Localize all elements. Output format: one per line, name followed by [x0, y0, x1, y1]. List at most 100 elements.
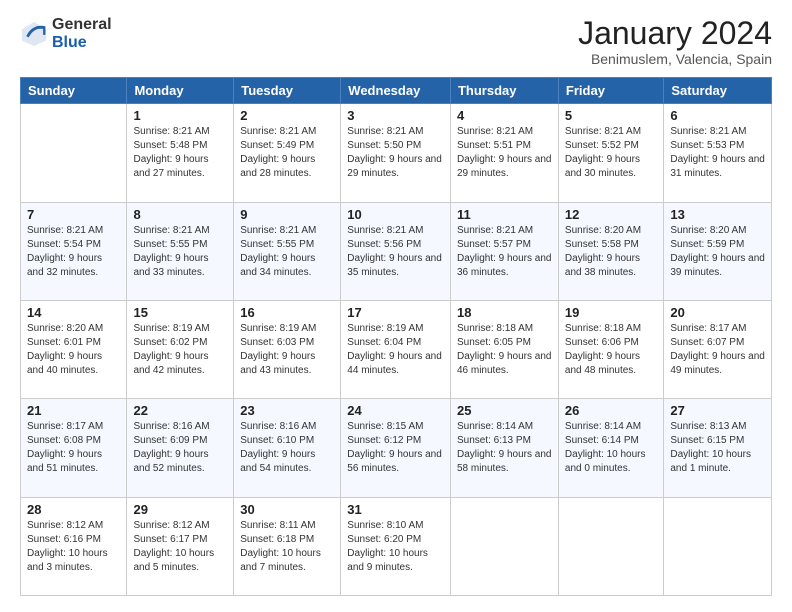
cell-3-1: 22 Sunrise: 8:16 AMSunset: 6:09 PMDaylig… [127, 399, 234, 497]
cell-4-5 [558, 497, 663, 595]
day-number: 21 [27, 403, 120, 418]
day-info: Sunrise: 8:14 AMSunset: 6:14 PMDaylight:… [565, 421, 646, 474]
cell-2-1: 15 Sunrise: 8:19 AMSunset: 6:02 PMDaylig… [127, 300, 234, 398]
cell-0-5: 5 Sunrise: 8:21 AMSunset: 5:52 PMDayligh… [558, 104, 663, 202]
day-info: Sunrise: 8:10 AMSunset: 6:20 PMDaylight:… [347, 520, 428, 573]
day-number: 7 [27, 207, 120, 222]
day-info: Sunrise: 8:20 AMSunset: 5:59 PMDaylight:… [670, 225, 765, 278]
logo-text: General Blue [52, 16, 112, 51]
day-info: Sunrise: 8:16 AMSunset: 6:10 PMDaylight:… [240, 421, 316, 474]
day-number: 1 [133, 108, 227, 123]
col-saturday: Saturday [664, 78, 772, 104]
cell-1-5: 12 Sunrise: 8:20 AMSunset: 5:58 PMDaylig… [558, 202, 663, 300]
cell-4-4 [450, 497, 558, 595]
col-friday: Friday [558, 78, 663, 104]
header-row: Sunday Monday Tuesday Wednesday Thursday… [21, 78, 772, 104]
day-number: 6 [670, 108, 765, 123]
day-info: Sunrise: 8:21 AMSunset: 5:51 PMDaylight:… [457, 126, 552, 179]
day-info: Sunrise: 8:21 AMSunset: 5:53 PMDaylight:… [670, 126, 765, 179]
day-number: 5 [565, 108, 657, 123]
day-info: Sunrise: 8:20 AMSunset: 5:58 PMDaylight:… [565, 225, 641, 278]
day-info: Sunrise: 8:19 AMSunset: 6:03 PMDaylight:… [240, 323, 316, 376]
cell-3-5: 26 Sunrise: 8:14 AMSunset: 6:14 PMDaylig… [558, 399, 663, 497]
week-row-4: 28 Sunrise: 8:12 AMSunset: 6:16 PMDaylig… [21, 497, 772, 595]
cell-4-0: 28 Sunrise: 8:12 AMSunset: 6:16 PMDaylig… [21, 497, 127, 595]
day-info: Sunrise: 8:19 AMSunset: 6:04 PMDaylight:… [347, 323, 442, 376]
day-info: Sunrise: 8:21 AMSunset: 5:55 PMDaylight:… [240, 225, 316, 278]
day-info: Sunrise: 8:21 AMSunset: 5:54 PMDaylight:… [27, 225, 103, 278]
cell-0-2: 2 Sunrise: 8:21 AMSunset: 5:49 PMDayligh… [234, 104, 341, 202]
week-row-1: 7 Sunrise: 8:21 AMSunset: 5:54 PMDayligh… [21, 202, 772, 300]
cell-4-1: 29 Sunrise: 8:12 AMSunset: 6:17 PMDaylig… [127, 497, 234, 595]
title-block: January 2024 Benimuslem, Valencia, Spain [578, 16, 772, 67]
logo-general-text: General [52, 16, 112, 34]
day-info: Sunrise: 8:18 AMSunset: 6:05 PMDaylight:… [457, 323, 552, 376]
day-info: Sunrise: 8:21 AMSunset: 5:52 PMDaylight:… [565, 126, 641, 179]
day-number: 28 [27, 502, 120, 517]
cell-2-5: 19 Sunrise: 8:18 AMSunset: 6:06 PMDaylig… [558, 300, 663, 398]
cell-1-6: 13 Sunrise: 8:20 AMSunset: 5:59 PMDaylig… [664, 202, 772, 300]
cell-0-4: 4 Sunrise: 8:21 AMSunset: 5:51 PMDayligh… [450, 104, 558, 202]
day-number: 30 [240, 502, 334, 517]
day-info: Sunrise: 8:20 AMSunset: 6:01 PMDaylight:… [27, 323, 103, 376]
day-number: 18 [457, 305, 552, 320]
day-info: Sunrise: 8:17 AMSunset: 6:07 PMDaylight:… [670, 323, 765, 376]
day-info: Sunrise: 8:16 AMSunset: 6:09 PMDaylight:… [133, 421, 209, 474]
day-number: 3 [347, 108, 444, 123]
day-info: Sunrise: 8:21 AMSunset: 5:48 PMDaylight:… [133, 126, 209, 179]
day-number: 15 [133, 305, 227, 320]
cell-3-4: 25 Sunrise: 8:14 AMSunset: 6:13 PMDaylig… [450, 399, 558, 497]
cell-3-3: 24 Sunrise: 8:15 AMSunset: 6:12 PMDaylig… [341, 399, 451, 497]
month-title: January 2024 [578, 16, 772, 51]
col-monday: Monday [127, 78, 234, 104]
day-number: 9 [240, 207, 334, 222]
day-number: 10 [347, 207, 444, 222]
day-info: Sunrise: 8:21 AMSunset: 5:56 PMDaylight:… [347, 225, 442, 278]
day-info: Sunrise: 8:19 AMSunset: 6:02 PMDaylight:… [133, 323, 209, 376]
logo-icon [20, 20, 48, 48]
day-number: 12 [565, 207, 657, 222]
cell-4-3: 31 Sunrise: 8:10 AMSunset: 6:20 PMDaylig… [341, 497, 451, 595]
day-number: 14 [27, 305, 120, 320]
day-number: 4 [457, 108, 552, 123]
cell-3-0: 21 Sunrise: 8:17 AMSunset: 6:08 PMDaylig… [21, 399, 127, 497]
day-number: 27 [670, 403, 765, 418]
cell-0-0 [21, 104, 127, 202]
day-number: 31 [347, 502, 444, 517]
day-info: Sunrise: 8:21 AMSunset: 5:49 PMDaylight:… [240, 126, 316, 179]
cell-3-6: 27 Sunrise: 8:13 AMSunset: 6:15 PMDaylig… [664, 399, 772, 497]
day-info: Sunrise: 8:21 AMSunset: 5:57 PMDaylight:… [457, 225, 552, 278]
header: General Blue January 2024 Benimuslem, Va… [20, 16, 772, 67]
day-number: 17 [347, 305, 444, 320]
cell-0-1: 1 Sunrise: 8:21 AMSunset: 5:48 PMDayligh… [127, 104, 234, 202]
cell-3-2: 23 Sunrise: 8:16 AMSunset: 6:10 PMDaylig… [234, 399, 341, 497]
day-number: 29 [133, 502, 227, 517]
cell-2-3: 17 Sunrise: 8:19 AMSunset: 6:04 PMDaylig… [341, 300, 451, 398]
day-number: 11 [457, 207, 552, 222]
week-row-3: 21 Sunrise: 8:17 AMSunset: 6:08 PMDaylig… [21, 399, 772, 497]
day-info: Sunrise: 8:12 AMSunset: 6:17 PMDaylight:… [133, 520, 214, 573]
day-number: 19 [565, 305, 657, 320]
day-info: Sunrise: 8:15 AMSunset: 6:12 PMDaylight:… [347, 421, 442, 474]
day-info: Sunrise: 8:11 AMSunset: 6:18 PMDaylight:… [240, 520, 321, 573]
day-number: 20 [670, 305, 765, 320]
col-tuesday: Tuesday [234, 78, 341, 104]
cell-4-2: 30 Sunrise: 8:11 AMSunset: 6:18 PMDaylig… [234, 497, 341, 595]
day-info: Sunrise: 8:14 AMSunset: 6:13 PMDaylight:… [457, 421, 552, 474]
day-number: 13 [670, 207, 765, 222]
cell-1-2: 9 Sunrise: 8:21 AMSunset: 5:55 PMDayligh… [234, 202, 341, 300]
day-number: 16 [240, 305, 334, 320]
week-row-2: 14 Sunrise: 8:20 AMSunset: 6:01 PMDaylig… [21, 300, 772, 398]
day-info: Sunrise: 8:18 AMSunset: 6:06 PMDaylight:… [565, 323, 641, 376]
location: Benimuslem, Valencia, Spain [578, 51, 772, 67]
calendar-table: Sunday Monday Tuesday Wednesday Thursday… [20, 77, 772, 596]
day-number: 25 [457, 403, 552, 418]
cell-4-6 [664, 497, 772, 595]
cell-0-3: 3 Sunrise: 8:21 AMSunset: 5:50 PMDayligh… [341, 104, 451, 202]
day-number: 22 [133, 403, 227, 418]
cell-2-4: 18 Sunrise: 8:18 AMSunset: 6:05 PMDaylig… [450, 300, 558, 398]
cell-2-0: 14 Sunrise: 8:20 AMSunset: 6:01 PMDaylig… [21, 300, 127, 398]
day-number: 26 [565, 403, 657, 418]
logo-blue-text: Blue [52, 34, 112, 52]
day-info: Sunrise: 8:13 AMSunset: 6:15 PMDaylight:… [670, 421, 751, 474]
